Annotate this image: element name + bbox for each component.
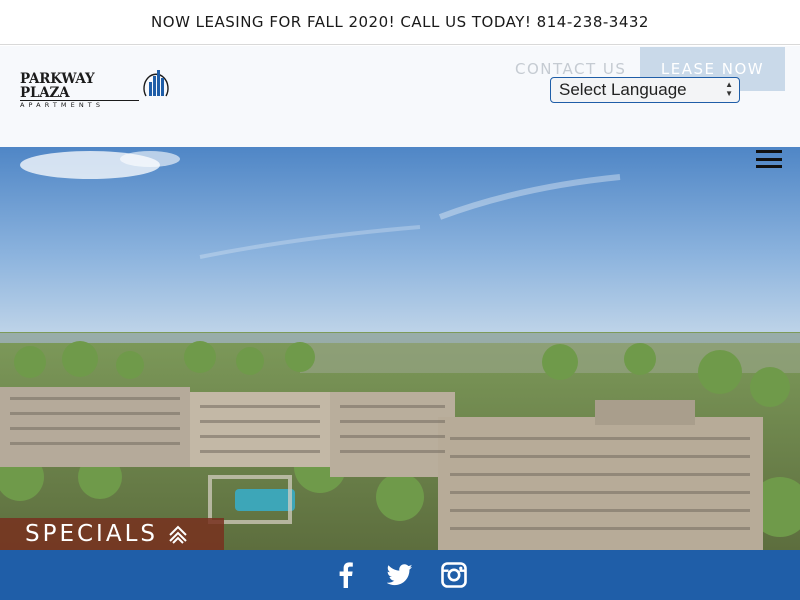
social-footer (0, 550, 800, 600)
announcement-bar: NOW LEASING FOR FALL 2020! CALL US TODAY… (0, 0, 800, 45)
twitter-icon[interactable] (386, 561, 414, 589)
select-arrows-icon: ▲ ▼ (725, 80, 733, 98)
specials-button[interactable]: SPECIALS (0, 518, 224, 550)
instagram-icon[interactable] (440, 561, 468, 589)
announcement-text: NOW LEASING FOR FALL 2020! CALL US TODAY… (151, 13, 649, 31)
hero-photo (0, 147, 800, 550)
contact-us-link[interactable]: CONTACT US (515, 60, 626, 78)
site-logo[interactable]: PARKWAY PLAZA APARTMENTS (20, 62, 170, 109)
logo-name: PARKWAY PLAZA (20, 71, 95, 101)
hamburger-menu-icon[interactable] (756, 148, 782, 170)
specials-label: SPECIALS (25, 521, 158, 547)
building-icon (142, 62, 170, 103)
language-select[interactable]: Select Language ▲ ▼ (550, 77, 740, 103)
language-select-value: Select Language (559, 80, 687, 99)
logo-subtitle: APARTMENTS (20, 100, 139, 110)
hero-image (0, 147, 800, 550)
logo-text: PARKWAY PLAZA APARTMENTS (20, 72, 139, 110)
lease-now-label: LEASE NOW (660, 60, 765, 78)
facebook-icon[interactable] (332, 561, 360, 589)
double-chevron-up-icon (168, 524, 188, 544)
